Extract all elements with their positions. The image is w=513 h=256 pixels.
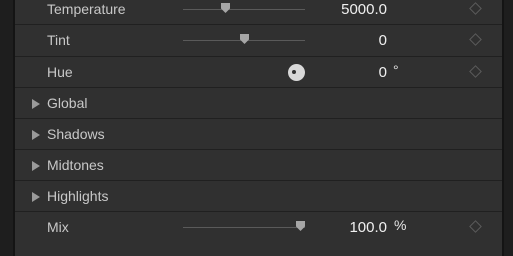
group-midtones-label: Midtones bbox=[47, 157, 104, 173]
disclosure-triangle-icon[interactable] bbox=[32, 161, 40, 171]
hue-value[interactable]: 0 bbox=[277, 57, 387, 88]
temperature-row: Temperature 5000.0 bbox=[15, 0, 502, 25]
hue-label: Hue bbox=[47, 64, 73, 80]
group-global[interactable]: Global bbox=[15, 88, 502, 119]
disclosure-triangle-icon[interactable] bbox=[32, 99, 40, 109]
group-global-label: Global bbox=[47, 95, 88, 111]
hue-unit: ° bbox=[393, 62, 399, 78]
temperature-value[interactable]: 5000.0 bbox=[277, 0, 387, 25]
mix-value[interactable]: 100.0 bbox=[277, 212, 387, 243]
group-highlights[interactable]: Highlights bbox=[15, 181, 502, 212]
temperature-slider-thumb[interactable] bbox=[221, 3, 230, 13]
tint-row: Tint 0 bbox=[15, 25, 502, 57]
tint-keyframe-icon[interactable] bbox=[469, 33, 482, 46]
mix-label: Mix bbox=[47, 219, 69, 235]
group-highlights-label: Highlights bbox=[47, 188, 109, 204]
group-midtones[interactable]: Midtones bbox=[15, 150, 502, 181]
temperature-keyframe-icon[interactable] bbox=[469, 2, 482, 15]
hue-keyframe-icon[interactable] bbox=[469, 65, 482, 78]
disclosure-triangle-icon[interactable] bbox=[32, 130, 40, 140]
mix-unit: % bbox=[394, 217, 407, 233]
hue-row: Hue 0 ° bbox=[15, 57, 502, 88]
disclosure-triangle-icon[interactable] bbox=[32, 192, 40, 202]
color-inspector-panel: Temperature 5000.0 Tint 0 Hue 0 ° Global… bbox=[13, 0, 504, 256]
group-shadows[interactable]: Shadows bbox=[15, 119, 502, 150]
temperature-label: Temperature bbox=[47, 1, 126, 17]
group-shadows-label: Shadows bbox=[47, 126, 105, 142]
tint-label: Tint bbox=[47, 32, 70, 48]
tint-value[interactable]: 0 bbox=[277, 25, 387, 56]
tint-slider-thumb[interactable] bbox=[240, 34, 249, 44]
mix-keyframe-icon[interactable] bbox=[469, 220, 482, 233]
mix-row: Mix 100.0 % bbox=[15, 212, 502, 243]
